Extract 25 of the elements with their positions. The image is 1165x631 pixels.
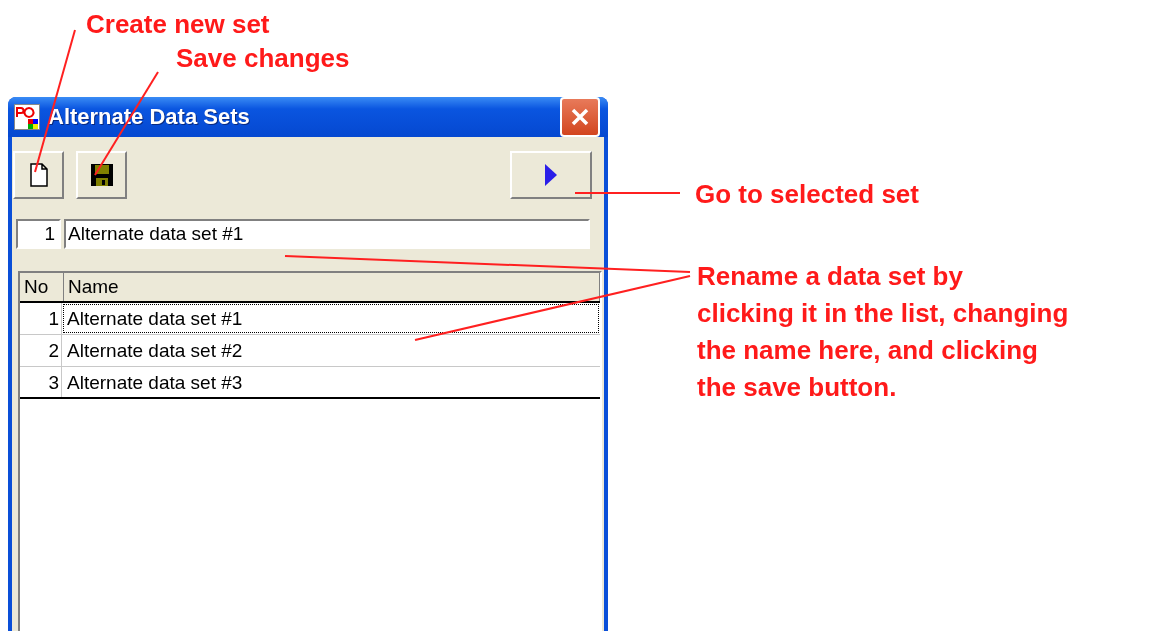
list-row[interactable]: 2 Alternate data set #2 — [20, 335, 600, 367]
name-cell-text: Alternate data set #2 — [66, 339, 244, 363]
save-button[interactable] — [76, 151, 127, 199]
name-cell: Alternate data set #1 — [62, 303, 600, 334]
callout-text: Create new set — [86, 8, 270, 41]
close-button[interactable] — [560, 97, 600, 137]
new-button[interactable] — [13, 151, 64, 199]
number-cell: 1 — [20, 303, 62, 334]
number-cell: 3 — [20, 367, 62, 397]
callout-text: Go to selected set — [695, 178, 919, 211]
column-header[interactable]: Name — [64, 273, 600, 301]
close-icon — [570, 107, 590, 127]
name-field[interactable]: Alternate data set #1 — [64, 219, 590, 249]
callout-text: Rename a data set by clicking it in the list, changing the name here, and clicking the save button. — [697, 260, 1069, 404]
play-arrow-icon — [545, 164, 557, 186]
list-row[interactable]: 1 Alternate data set #1 — [20, 303, 600, 335]
number-field[interactable]: 1 — [16, 219, 61, 249]
number-cell: 2 — [20, 335, 62, 366]
name-cell-text: Alternate data set #3 — [66, 371, 244, 395]
list-row[interactable]: 3 Alternate data set #3 — [20, 367, 600, 399]
app-icon — [14, 104, 40, 130]
column-header[interactable]: No — [20, 273, 64, 301]
blank-page-icon — [29, 163, 48, 187]
callout-text: Save changes — [176, 42, 350, 75]
go-button[interactable] — [510, 151, 592, 199]
